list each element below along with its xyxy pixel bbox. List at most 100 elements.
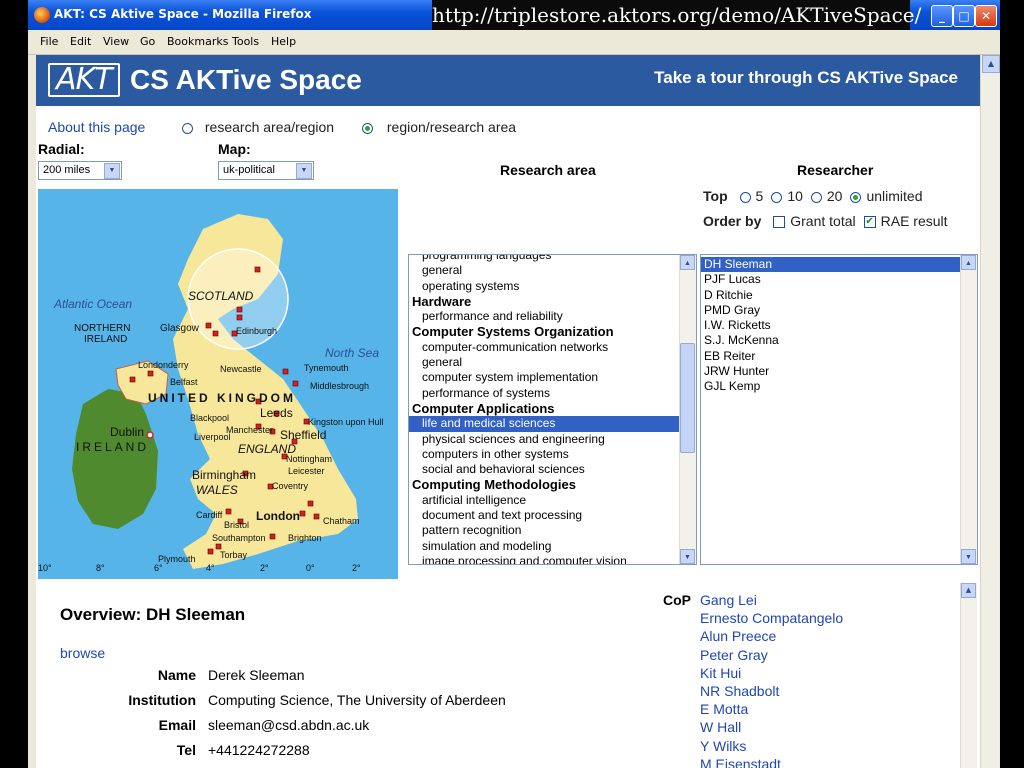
chevron-down-icon[interactable]: ▼ bbox=[104, 163, 120, 179]
top-option[interactable]: 20 bbox=[810, 188, 842, 204]
cop-member-link[interactable]: NR Shadbolt bbox=[700, 682, 843, 700]
radio-icon[interactable] bbox=[810, 191, 822, 203]
menu-tools[interactable]: Tools bbox=[232, 35, 259, 48]
research-area-item[interactable]: performance of systems bbox=[409, 386, 680, 401]
menu-file[interactable]: File bbox=[40, 35, 58, 48]
research-area-item[interactable]: performance and reliability bbox=[409, 309, 680, 324]
research-area-item[interactable]: social and behavioral sciences bbox=[409, 462, 680, 477]
researcher-scrollbar[interactable]: ▲ ▼ bbox=[960, 255, 977, 564]
researcher-item[interactable]: S.J. McKenna bbox=[701, 333, 961, 348]
category-item[interactable]: Computing Methodologies bbox=[409, 477, 680, 492]
radio-icon[interactable] bbox=[182, 122, 193, 134]
radio-icon[interactable] bbox=[739, 191, 751, 203]
cop-member-link[interactable]: M Eisenstadt bbox=[700, 755, 843, 768]
order-option-area-region[interactable]: research area/region bbox=[182, 119, 334, 135]
field-label: Email bbox=[158, 717, 196, 733]
map-label-brighton: Brighton bbox=[288, 533, 322, 543]
menu-view[interactable]: View bbox=[103, 35, 129, 48]
top-option[interactable]: 10 bbox=[771, 188, 803, 204]
research-area-item[interactable]: general bbox=[409, 263, 680, 278]
scroll-thumb[interactable] bbox=[680, 343, 695, 453]
menu-help[interactable]: Help bbox=[271, 35, 296, 48]
scroll-up-icon[interactable]: ▲ bbox=[961, 583, 976, 598]
scroll-up-icon[interactable]: ▲ bbox=[961, 255, 976, 270]
close-button[interactable]: ✕ bbox=[975, 5, 997, 27]
tour-link[interactable]: Take a tour through CS AKTive Space bbox=[654, 68, 958, 88]
map-select[interactable]: uk-political ▼ bbox=[218, 161, 314, 180]
researcher-item[interactable]: PMD Gray bbox=[701, 303, 961, 318]
order-option[interactable]: ✔ RAE result bbox=[863, 213, 948, 229]
radio-icon[interactable] bbox=[850, 191, 862, 203]
order-option-region-area[interactable]: region/research area bbox=[362, 119, 516, 135]
menu-bookmarks[interactable]: Bookmarks bbox=[167, 35, 228, 48]
checkbox-icon[interactable] bbox=[773, 216, 786, 229]
researcher-list[interactable]: DH Sleeman PJF Lucas D Ritchie PMD Gray I.W.… bbox=[700, 254, 978, 565]
order-option[interactable]: Grant total bbox=[773, 213, 856, 229]
research-area-list[interactable]: programming languages general operating sy… bbox=[408, 254, 697, 565]
radio-icon[interactable] bbox=[771, 191, 783, 203]
page-scrollbar[interactable]: ▲ bbox=[980, 55, 1000, 768]
cop-member-link[interactable]: Gang Lei bbox=[700, 591, 843, 609]
cop-member-link[interactable]: Peter Gray bbox=[700, 646, 843, 664]
research-area-item[interactable]: programming languages bbox=[409, 255, 680, 263]
researcher-item[interactable]: GJL Kemp bbox=[701, 379, 961, 394]
cop-member-link[interactable]: W Hall bbox=[700, 718, 843, 736]
map-label-wales: WALES bbox=[196, 483, 238, 497]
chevron-down-icon[interactable]: ▼ bbox=[296, 163, 312, 179]
research-area-item[interactable]: general bbox=[409, 355, 680, 370]
map-label-dublin: Dublin bbox=[110, 425, 144, 439]
uk-map[interactable]: .mt{font-family:"Liberation Sans",sans-s… bbox=[38, 189, 398, 579]
research-area-item[interactable]: operating systems bbox=[409, 279, 680, 294]
checkbox-icon[interactable]: ✔ bbox=[863, 216, 876, 229]
map-label-glasgow: Glasgow bbox=[160, 323, 200, 334]
research-area-item[interactable]: image processing and computer vision bbox=[409, 554, 680, 564]
scroll-up-icon[interactable]: ▲ bbox=[982, 55, 1000, 73]
scroll-down-icon[interactable]: ▼ bbox=[680, 549, 695, 564]
research-area-item[interactable]: document and text processing bbox=[409, 508, 680, 523]
menu-edit[interactable]: Edit bbox=[70, 35, 91, 48]
research-area-item[interactable]: artificial intelligence bbox=[409, 493, 680, 508]
researcher-item[interactable]: PJF Lucas bbox=[701, 272, 961, 287]
researcher-item[interactable]: JRW Hunter bbox=[701, 364, 961, 379]
researcher-item[interactable]: EB Reiter bbox=[701, 349, 961, 364]
top-option[interactable]: 5 bbox=[739, 188, 763, 204]
about-link[interactable]: About this page bbox=[48, 119, 145, 135]
research-area-item[interactable]: life and medical sciences bbox=[409, 416, 680, 432]
cop-member-link[interactable]: Kit Hui bbox=[700, 664, 843, 682]
research-area-item[interactable]: physical sciences and engineering bbox=[409, 432, 680, 447]
cop-scrollbar[interactable]: ▲ bbox=[960, 583, 977, 768]
research-area-item[interactable]: computer-communication networks bbox=[409, 340, 680, 355]
radial-select[interactable]: 200 miles ▼ bbox=[38, 161, 122, 180]
research-area-scrollbar[interactable]: ▲ ▼ bbox=[679, 255, 696, 564]
radio-selected-icon[interactable] bbox=[362, 122, 373, 134]
browse-link[interactable]: browse bbox=[60, 645, 105, 661]
cop-member-link[interactable]: Y Wilks bbox=[700, 737, 843, 755]
research-area-item[interactable]: pattern recognition bbox=[409, 523, 680, 538]
field-label: Tel bbox=[176, 742, 196, 758]
site-title: CS AKTive Space bbox=[130, 64, 362, 95]
map-tick-2e: 2° bbox=[352, 563, 361, 573]
research-area-item[interactable]: computers in other systems bbox=[409, 447, 680, 462]
category-item[interactable]: Computer Systems Organization bbox=[409, 324, 680, 339]
cop-member-link[interactable]: Ernesto Compatangelo bbox=[700, 609, 843, 627]
cop-member-link[interactable]: Alun Preece bbox=[700, 627, 843, 645]
researcher-item[interactable]: I.W. Ricketts bbox=[701, 318, 961, 333]
menu-go[interactable]: Go bbox=[140, 35, 155, 48]
scroll-up-icon[interactable]: ▲ bbox=[680, 255, 695, 270]
map-label: Map: bbox=[218, 141, 251, 157]
top-option[interactable]: unlimited bbox=[850, 188, 923, 204]
research-area-item[interactable]: simulation and modeling bbox=[409, 539, 680, 554]
maximize-button[interactable]: □ bbox=[953, 5, 975, 27]
order-by-selector: Order by Grant total ✔ RAE result bbox=[703, 213, 948, 229]
scroll-down-icon[interactable]: ▼ bbox=[961, 549, 976, 564]
cop-member-link[interactable]: E Motta bbox=[700, 700, 843, 718]
minimize-button[interactable]: _ bbox=[931, 5, 953, 27]
category-item[interactable]: Computer Applications bbox=[409, 401, 680, 416]
akt-logo: AKT bbox=[48, 63, 120, 97]
map-label-birmingham: Birmingham bbox=[192, 468, 256, 482]
researcher-item[interactable]: D Ritchie bbox=[701, 288, 961, 303]
research-area-item[interactable]: computer system implementation bbox=[409, 370, 680, 385]
category-item[interactable]: Hardware bbox=[409, 294, 680, 309]
map-label-tynemouth: Tynemouth bbox=[304, 363, 349, 373]
researcher-item[interactable]: DH Sleeman bbox=[701, 257, 961, 273]
